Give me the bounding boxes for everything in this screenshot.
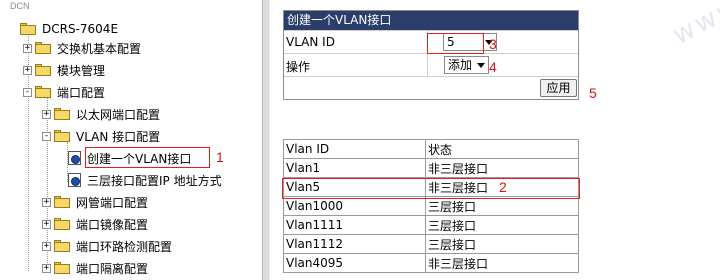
annotation-number: 1: [216, 149, 224, 165]
cell-vlan-id: Vlan4095: [283, 253, 426, 273]
vlan-table: Vlan ID 状态 Vlan1 非三层接口 Vlan5 非三层接口 Vlan1…: [283, 139, 579, 273]
folder-icon: [54, 240, 70, 252]
collapse-icon[interactable]: -: [23, 87, 32, 97]
folder-open-icon: [54, 130, 70, 142]
action-label: 操作: [286, 60, 311, 74]
annotation-box: [282, 178, 580, 199]
tree-item-module-management[interactable]: + 模块管理: [23, 61, 105, 79]
tree-item-ethernet-port-config[interactable]: + 以太网端口配置: [42, 105, 160, 123]
page-icon: [68, 151, 81, 165]
annotation-number: 2: [499, 179, 507, 195]
tree-item-label: 端口配置: [57, 85, 106, 100]
action-row: 操作 添加: [284, 53, 578, 76]
watermark: www.admin5.cn: [668, 0, 720, 51]
annotation-number: 3: [489, 36, 497, 52]
annotation-number: 4: [489, 59, 497, 75]
expand-icon[interactable]: +: [23, 65, 32, 75]
create-vlan-form: 创建一个VLAN接口 VLAN ID 5 操作 添加 应用: [283, 10, 579, 100]
tree-item-port-isolation-config[interactable]: + 端口隔离配置: [42, 259, 148, 277]
cell-vlan-id: Vlan1111: [283, 215, 426, 235]
column-header-status: 状态: [425, 139, 579, 159]
expand-icon[interactable]: +: [42, 197, 51, 207]
expand-icon[interactable]: +: [23, 43, 32, 53]
tree-item-port-config[interactable]: - 端口配置: [23, 83, 105, 101]
cell-status: 三层接口: [425, 215, 579, 235]
folder-icon: [54, 196, 70, 208]
cell-status: 非三层接口: [425, 253, 579, 273]
frame-splitter[interactable]: [262, 0, 270, 280]
dropdown-arrow-icon: [477, 63, 485, 68]
cell-status: 三层接口: [425, 234, 579, 254]
annotation-box: [427, 33, 484, 54]
table-row: Vlan1 非三层接口: [283, 158, 579, 178]
tree-item-label: 端口隔离配置: [76, 261, 149, 276]
cell-vlan-id: Vlan1: [283, 158, 426, 178]
vlan-id-label: VLAN ID: [286, 35, 335, 49]
form-title: 创建一个VLAN接口: [284, 11, 578, 30]
folder-icon: [35, 64, 51, 76]
tree-item-label: 端口镜像配置: [76, 217, 149, 232]
column-header-vlan-id: Vlan ID: [283, 139, 426, 159]
tree-top-label: DCN: [10, 1, 30, 11]
tree-item-label: 三层接口配置IP 地址方式: [87, 173, 222, 188]
folder-icon: [54, 218, 70, 230]
action-select[interactable]: 添加: [444, 56, 489, 74]
cell-vlan-id: Vlan1112: [283, 234, 426, 254]
tree-item-mgmt-port-config[interactable]: + 网管端口配置: [42, 193, 148, 211]
content-panel: 创建一个VLAN接口 VLAN ID 5 操作 添加 应用 3 4 5 Vlan…: [270, 0, 720, 280]
annotation-number: 5: [589, 85, 597, 101]
collapse-icon[interactable]: -: [42, 131, 51, 141]
action-value: 添加: [448, 58, 473, 72]
apply-row: 应用: [284, 76, 578, 99]
tree-item-label: VLAN 接口配置: [76, 129, 161, 144]
expand-icon[interactable]: +: [42, 263, 51, 273]
tree-root[interactable]: DCRS-7604E: [20, 20, 118, 38]
table-row: Vlan1111 三层接口: [283, 215, 579, 235]
tree-item-vlan-interface-config[interactable]: - VLAN 接口配置: [42, 127, 160, 145]
table-row: Vlan4095 非三层接口: [283, 253, 579, 273]
table-header-row: Vlan ID 状态: [283, 139, 579, 159]
folder-icon: [54, 108, 70, 120]
tree-item-label: 以太网端口配置: [76, 107, 161, 122]
tree-item-l3-interface-ip-config[interactable]: 三层接口配置IP 地址方式: [68, 171, 222, 189]
folder-icon: [35, 42, 51, 54]
folder-open-icon: [35, 86, 51, 98]
annotation-box: [85, 147, 210, 168]
table-row: Vlan1112 三层接口: [283, 234, 579, 254]
tree-item-port-loop-detect-config[interactable]: + 端口环路检测配置: [42, 237, 172, 255]
page-icon: [68, 173, 81, 187]
cell-status: 非三层接口: [425, 158, 579, 178]
table-row: Vlan1000 三层接口: [283, 196, 579, 216]
tree-item-port-mirror-config[interactable]: + 端口镜像配置: [42, 215, 148, 233]
tree-item-label: 交换机基本配置: [57, 41, 142, 56]
expand-icon[interactable]: +: [42, 241, 51, 251]
tree-item-label: 网管端口配置: [76, 195, 149, 210]
cell-vlan-id: Vlan1000: [283, 196, 426, 216]
tree-item-switch-basic-config[interactable]: + 交换机基本配置: [23, 39, 141, 57]
expand-icon[interactable]: +: [42, 109, 51, 119]
cell-status: 三层接口: [425, 196, 579, 216]
tree-root-label: DCRS-7604E: [42, 22, 119, 36]
apply-button[interactable]: 应用: [540, 79, 577, 97]
navigation-tree: DCN DCRS-7604E + 交换机基本配置 + 模块管理 - 端口配置 +…: [0, 0, 262, 280]
expand-icon[interactable]: +: [42, 219, 51, 229]
tree-item-label: 端口环路检测配置: [76, 239, 173, 254]
tree-item-label: 模块管理: [57, 63, 106, 78]
folder-icon: [20, 23, 36, 35]
folder-icon: [54, 262, 70, 274]
